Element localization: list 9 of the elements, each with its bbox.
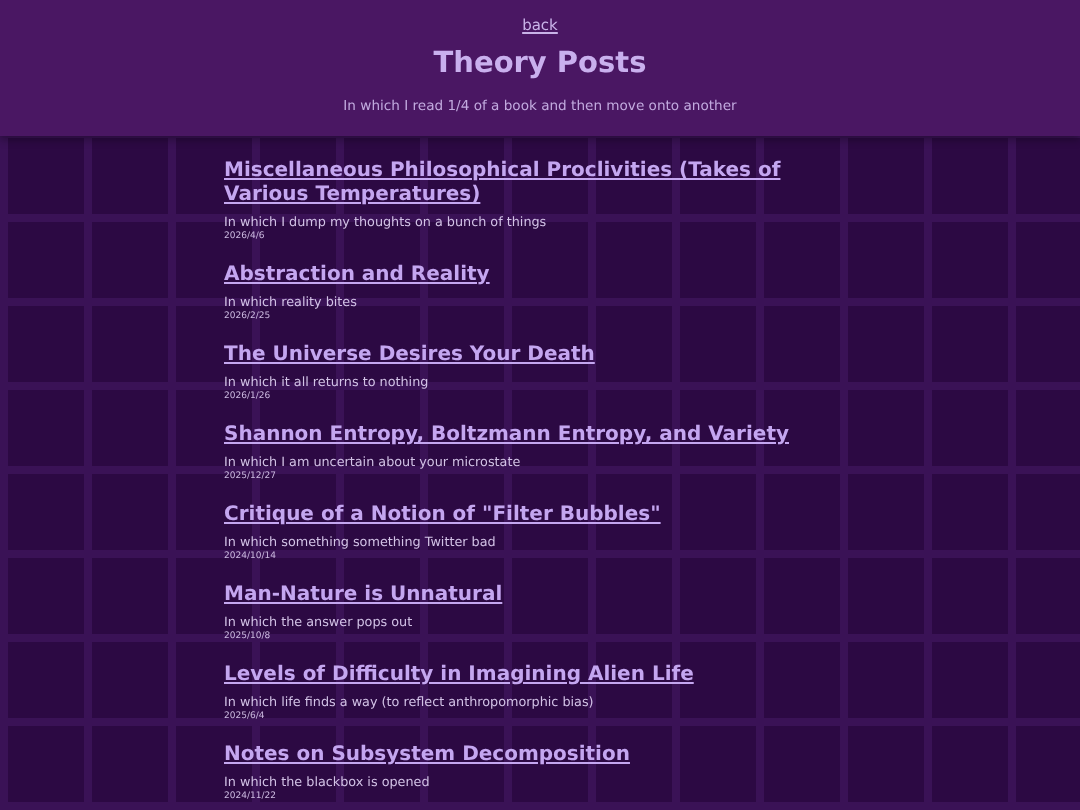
post-title-link[interactable]: Man-Nature is Unnatural xyxy=(224,584,824,608)
post-title-link[interactable]: Critique of a Notion of "Filter Bubbles" xyxy=(224,504,824,528)
post-title-link[interactable]: Notes on Subsystem Decomposition xyxy=(224,744,824,768)
post-title-link[interactable]: Levels of Difficulty in Imagining Alien Life xyxy=(224,664,824,688)
post-title-link[interactable]: Abstraction and Reality xyxy=(224,264,824,288)
post-title-link[interactable]: The Universe Desires Your Death xyxy=(224,344,824,368)
post-title-link[interactable]: Miscellaneous Philosophical Proclivities (Takes of Various Temperatures) xyxy=(224,160,824,208)
page-title: Theory Posts xyxy=(433,48,647,80)
post-title-link[interactable]: Shannon Entropy, Boltzmann Entropy, and Variety xyxy=(224,424,824,448)
